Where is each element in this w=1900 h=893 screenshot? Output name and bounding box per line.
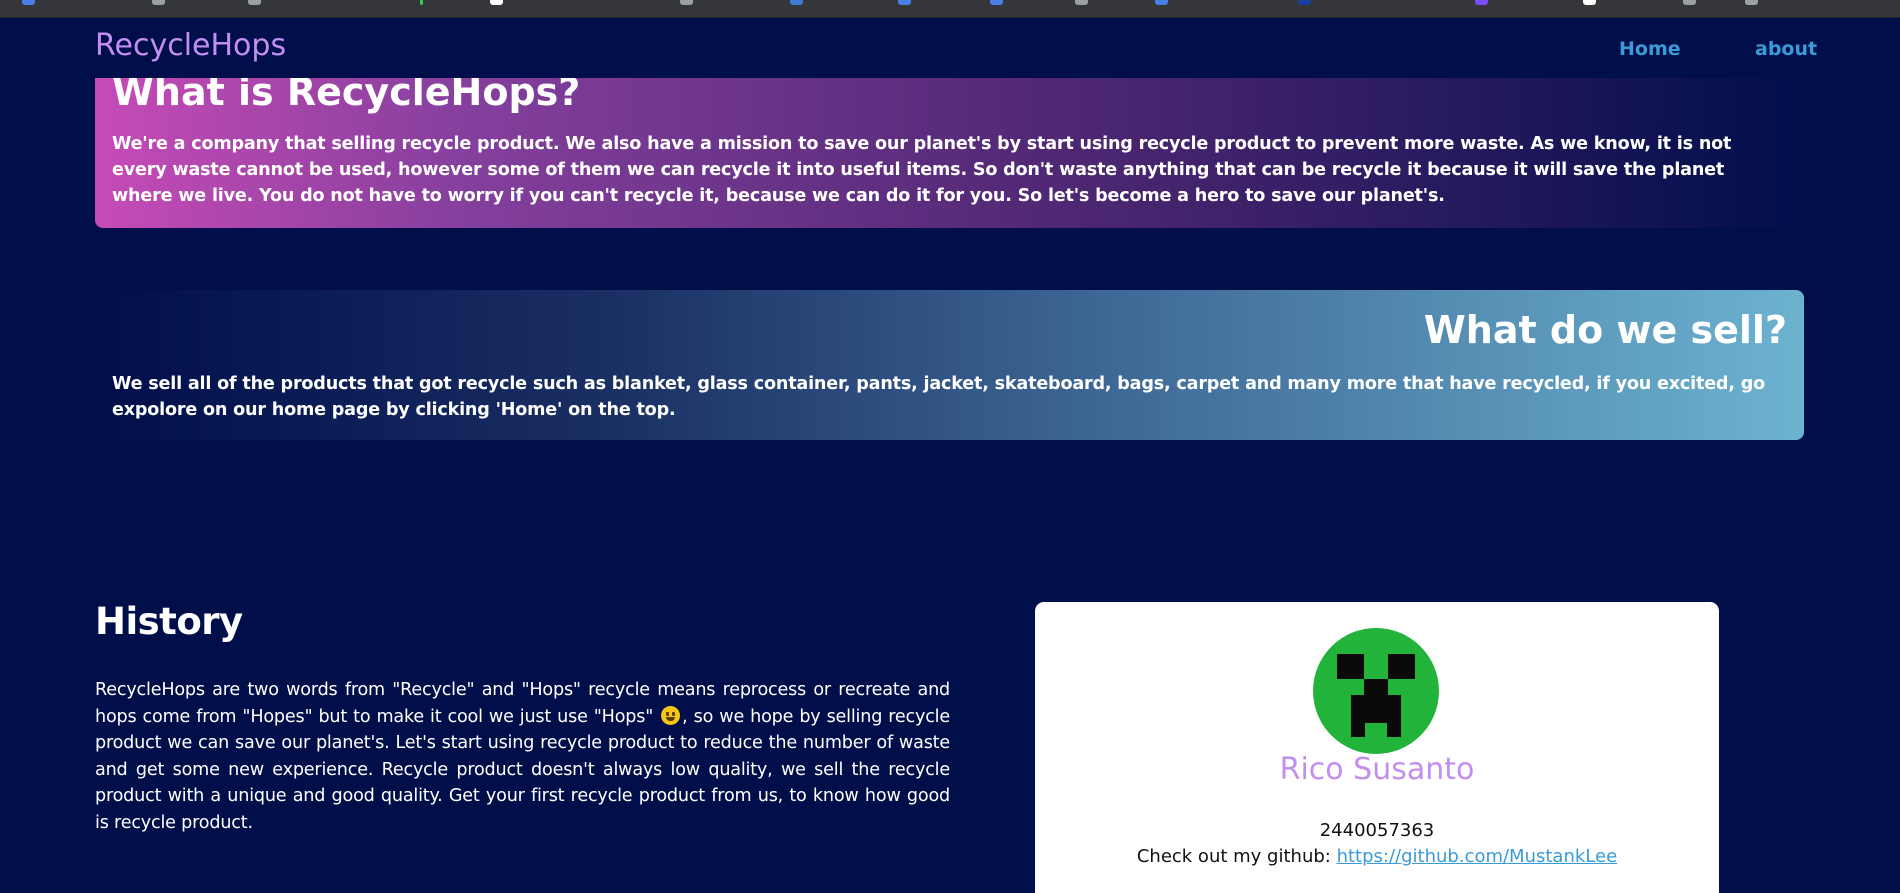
- profile-name: Rico Susanto: [1279, 752, 1475, 787]
- navbar: RecycleHops Home about: [0, 18, 1900, 78]
- bookmark-icon[interactable]: [248, 0, 261, 5]
- bookmark-icon[interactable]: [680, 0, 693, 5]
- nav-link-home[interactable]: Home: [1619, 38, 1681, 60]
- grinning-face-emoji-icon: [661, 705, 681, 725]
- github-link[interactable]: https://github.com/MustankLee: [1337, 846, 1618, 867]
- bookmark-icon[interactable]: [1155, 0, 1168, 5]
- bookmark-icon[interactable]: [1745, 0, 1758, 5]
- avatar: [1313, 628, 1439, 754]
- about-sell-box: What do we sell? We sell all of the prod…: [95, 290, 1804, 440]
- bookmarks-bar: [0, 0, 1900, 18]
- history-title: History: [95, 600, 243, 643]
- bookmark-icon[interactable]: [420, 0, 423, 5]
- bookmark-icon[interactable]: [152, 0, 165, 5]
- profile-github: Check out my github: https://github.com/…: [1035, 846, 1719, 867]
- about-intro-box: What is RecycleHops? We're a company tha…: [95, 70, 1804, 228]
- bookmark-icon[interactable]: [22, 0, 35, 5]
- bookmark-icon[interactable]: [1583, 0, 1596, 5]
- github-label: Check out my github:: [1136, 846, 1331, 867]
- bookmark-icon[interactable]: [1683, 0, 1696, 5]
- history-text: RecycleHops are two words from "Recycle"…: [95, 677, 950, 836]
- bookmark-icon[interactable]: [898, 0, 911, 5]
- bookmark-icon[interactable]: [1298, 0, 1311, 5]
- page: RecycleHops Home about What is RecycleHo…: [0, 0, 1900, 893]
- profile-card: Rico Susanto 2440057363 Check out my git…: [1035, 602, 1719, 893]
- bookmark-icon[interactable]: [990, 0, 1003, 5]
- bookmark-icon[interactable]: [490, 0, 503, 5]
- about-intro-text: We're a company that selling recycle pro…: [112, 134, 1732, 206]
- bookmark-icon[interactable]: [790, 0, 803, 5]
- bookmark-icon[interactable]: [1075, 0, 1088, 5]
- brand-logo[interactable]: RecycleHops: [95, 28, 286, 63]
- profile-id: 2440057363: [1319, 820, 1435, 841]
- about-sell-heading: What do we sell?: [1423, 308, 1787, 352]
- about-sell-text: We sell all of the products that got rec…: [112, 374, 1766, 420]
- bookmark-icon[interactable]: [1475, 0, 1488, 5]
- nav-link-about[interactable]: about: [1755, 38, 1817, 60]
